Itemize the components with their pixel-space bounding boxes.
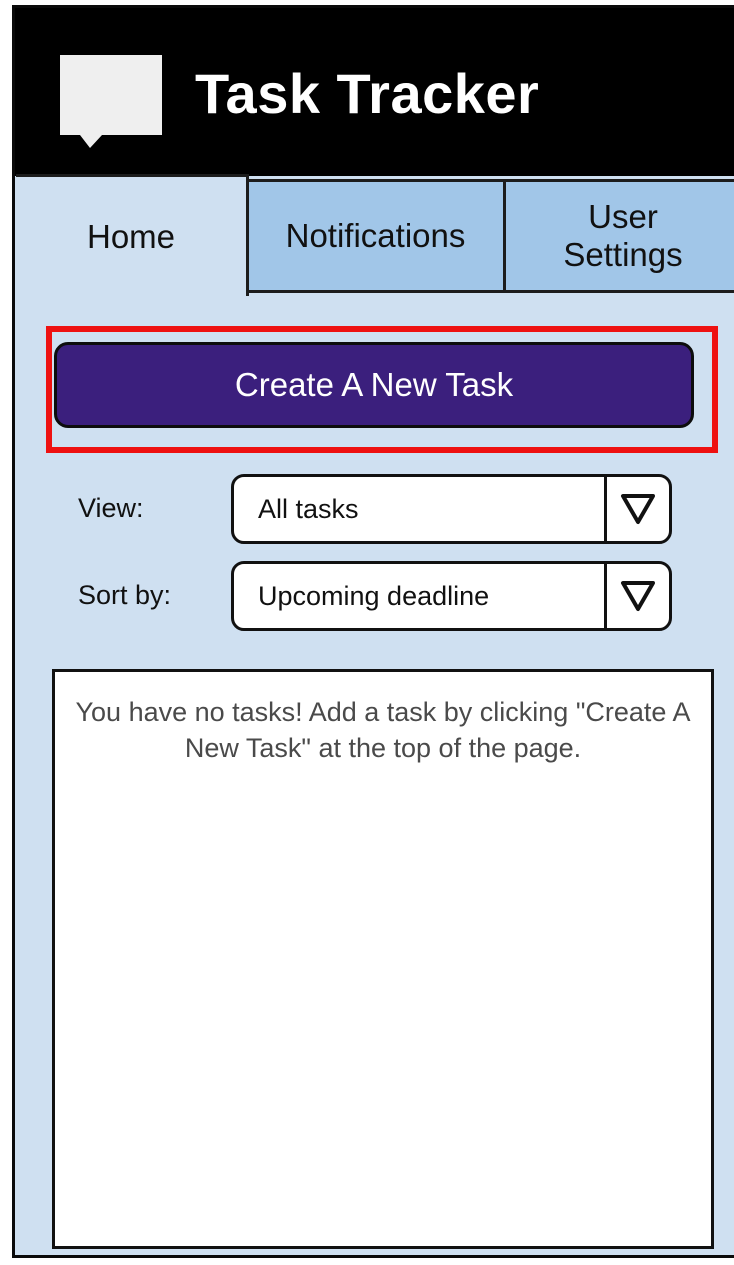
- view-label: View:: [78, 493, 144, 523]
- tab-user-settings[interactable]: User Settings: [503, 179, 734, 293]
- speech-bubble-icon: [60, 55, 162, 148]
- tab-home-label: Home: [86, 217, 176, 255]
- tab-notifications-label: Notifications: [285, 217, 466, 254]
- task-list-panel: You have no tasks! Add a task by clickin…: [52, 669, 714, 1249]
- view-select-value: All tasks: [258, 493, 359, 524]
- create-task-button[interactable]: Create A New Task: [54, 342, 694, 428]
- sort-select-value: Upcoming deadline: [258, 580, 490, 611]
- triangle-down-icon[interactable]: [604, 564, 669, 628]
- app-header: Task Tracker: [15, 8, 734, 176]
- app-title: Task Tracker: [195, 62, 540, 125]
- view-select[interactable]: All tasks: [231, 474, 672, 544]
- sort-label: Sort by:: [78, 580, 172, 610]
- tab-notifications[interactable]: Notifications: [245, 179, 506, 293]
- sort-select[interactable]: Upcoming deadline: [231, 561, 672, 631]
- app-window: Task Tracker Home Notifications User Set…: [12, 5, 734, 1258]
- tab-user-settings-label: User Settings: [563, 198, 683, 273]
- triangle-down-icon[interactable]: [604, 477, 669, 541]
- tab-home[interactable]: Home: [16, 174, 249, 296]
- empty-state-message: You have no tasks! Add a task by clickin…: [75, 697, 691, 763]
